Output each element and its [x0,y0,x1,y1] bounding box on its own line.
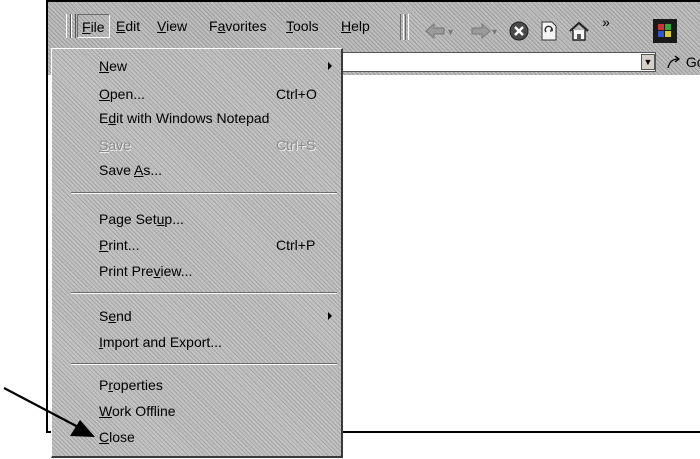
back-arrow-icon[interactable]: ▾ [424,19,458,43]
menu-separator [71,192,337,194]
menu-help[interactable]: Help [337,14,374,38]
windows-logo-icon [653,19,677,43]
menu-separator [71,363,337,365]
svg-text:▾: ▾ [448,27,453,38]
address-dropdown-button[interactable]: ▼ [641,54,655,70]
forward-arrow-icon[interactable]: ▾ [468,19,502,43]
menu-item-save-as[interactable]: Save As... [52,159,342,181]
menu-item-print[interactable]: Print... Ctrl+P [52,234,342,256]
menu-item-page-setup[interactable]: Page Setup... [52,208,342,230]
menu-item-import-export[interactable]: Import and Export... [52,331,342,353]
toolbar-separator [400,14,404,40]
home-icon[interactable] [567,19,591,43]
menu-item-send[interactable]: Send [52,305,342,327]
go-arrow-icon [667,55,681,69]
submenu-arrow-icon [328,312,332,320]
shortcut-label: Ctrl+P [276,237,316,253]
menu-separator [71,292,337,294]
menu-item-print-preview[interactable]: Print Preview... [52,260,342,282]
menu-item-new[interactable]: New [52,55,342,77]
chevron-more-icon[interactable]: » [600,14,612,38]
shortcut-label: Ctrl+O [276,86,317,102]
menu-view[interactable]: View [153,14,191,38]
svg-text:▾: ▾ [492,27,497,38]
menu-item-open[interactable]: Open... Ctrl+O [52,83,342,105]
toolbar-grip[interactable] [405,14,409,40]
stop-icon[interactable] [508,19,530,43]
callout-arrow-icon [3,387,95,437]
menu-file[interactable]: File [77,14,110,38]
menu-tools[interactable]: Tools [282,14,323,38]
refresh-icon[interactable] [538,19,560,43]
menu-item-save: Save Ctrl+S [52,134,342,156]
menu-edit[interactable]: Edit [112,14,144,38]
go-button[interactable]: Go [666,52,700,72]
submenu-arrow-icon [328,62,332,70]
go-label: Go [685,54,700,70]
menu-item-edit-with-notepad[interactable]: Edit with Windows Notepad [52,107,342,129]
address-input[interactable]: ▼ [340,52,656,72]
menu-favorites[interactable]: Favorites [205,14,271,38]
shortcut-label: Ctrl+S [276,137,316,153]
menubar-grip-2[interactable] [71,14,76,38]
